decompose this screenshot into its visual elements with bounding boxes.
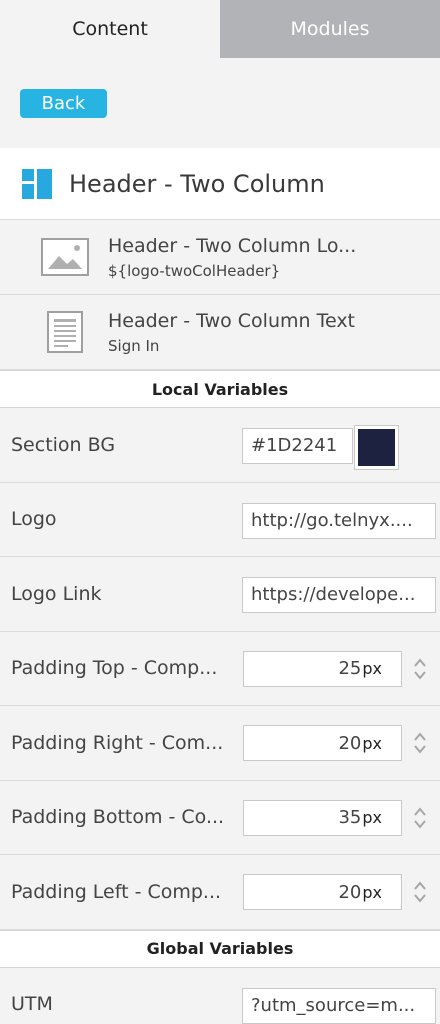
- var-row-logo-link: Logo Link https://develope...: [0, 557, 440, 632]
- image-icon: [40, 236, 90, 278]
- component-text: Header - Two Column Text Sign In: [108, 310, 355, 355]
- var-row-padding-right: Padding Right - Com... 20 px: [0, 706, 440, 781]
- unit-label: px: [362, 882, 382, 902]
- var-row-logo: Logo http://go.telnyx....: [0, 483, 440, 557]
- component-subtitle: Sign In: [108, 336, 160, 355]
- tab-bar: Content Modules: [0, 0, 440, 58]
- var-label: Logo: [11, 508, 57, 531]
- padding-left-input[interactable]: 20 px: [243, 874, 402, 910]
- logo-link-input[interactable]: https://develope...: [242, 577, 436, 613]
- unit-label: px: [362, 808, 382, 827]
- global-variables-heading: Global Variables: [0, 929, 440, 968]
- var-label: Section BG: [11, 433, 116, 456]
- number-stepper[interactable]: [403, 651, 436, 687]
- stepper-arrows-icon: [413, 881, 426, 903]
- local-variables-heading: Local Variables: [0, 370, 440, 408]
- padding-right-input[interactable]: 20 px: [243, 725, 402, 761]
- number-stepper[interactable]: [403, 874, 436, 910]
- module-title: Header - Two Column: [69, 169, 325, 198]
- two-column-layout-icon: [22, 168, 52, 199]
- component-logo[interactable]: Header - Two Column Lo... ${logo-twoColH…: [0, 220, 440, 295]
- section-bg-color-input[interactable]: #1D2241: [242, 428, 353, 464]
- var-row-padding-top: Padding Top - Comp... 25 px: [0, 632, 440, 706]
- unit-label: px: [362, 659, 382, 678]
- logo-url-input[interactable]: http://go.telnyx....: [242, 502, 436, 539]
- var-row-padding-left: Padding Left - Comp... 20 px: [0, 855, 440, 930]
- padding-bottom-input[interactable]: 35 px: [243, 799, 402, 836]
- var-label: Logo Link: [11, 582, 102, 605]
- color-swatch-fill: [358, 429, 395, 466]
- component-text: Header - Two Column Lo... ${logo-twoColH…: [108, 235, 356, 280]
- var-row-padding-bottom: Padding Bottom - Co... 35 px: [0, 781, 440, 855]
- var-label: Padding Top - Comp...: [11, 657, 218, 680]
- utm-input[interactable]: ?utm_source=m...: [242, 987, 436, 1024]
- stepper-arrows-icon: [413, 657, 426, 680]
- number-stepper[interactable]: [403, 725, 436, 761]
- module-header: Header - Two Column: [0, 148, 440, 220]
- var-label: UTM: [11, 993, 53, 1016]
- var-label: Padding Left - Comp...: [11, 880, 222, 903]
- tab-modules[interactable]: Modules: [220, 0, 440, 58]
- stepper-arrows-icon: [413, 806, 426, 829]
- color-swatch[interactable]: [354, 425, 399, 470]
- number-stepper[interactable]: [403, 800, 436, 836]
- component-text-sign-in[interactable]: Header - Two Column Text Sign In: [0, 295, 440, 370]
- component-title: Header - Two Column Lo...: [108, 234, 357, 257]
- component-title: Header - Two Column Text: [108, 309, 356, 332]
- var-row-section-bg: Section BG #1D2241: [0, 408, 440, 483]
- number-value: 35: [338, 807, 362, 828]
- component-subtitle: ${logo-twoColHeader}: [108, 261, 281, 280]
- var-row-utm: UTM ?utm_source=m...: [0, 968, 440, 1024]
- back-row: Back: [0, 58, 440, 148]
- number-value: 20: [338, 881, 362, 903]
- var-label: Padding Right - Com...: [11, 731, 224, 754]
- back-button[interactable]: Back: [20, 89, 107, 118]
- number-value: 20: [338, 732, 362, 754]
- stepper-arrows-icon: [413, 732, 426, 754]
- tab-content[interactable]: Content: [0, 0, 220, 58]
- text-document-icon: [40, 311, 90, 353]
- var-label: Padding Bottom - Co...: [11, 806, 225, 829]
- padding-top-input[interactable]: 25 px: [243, 650, 402, 687]
- number-value: 25: [338, 658, 362, 679]
- unit-label: px: [362, 733, 382, 753]
